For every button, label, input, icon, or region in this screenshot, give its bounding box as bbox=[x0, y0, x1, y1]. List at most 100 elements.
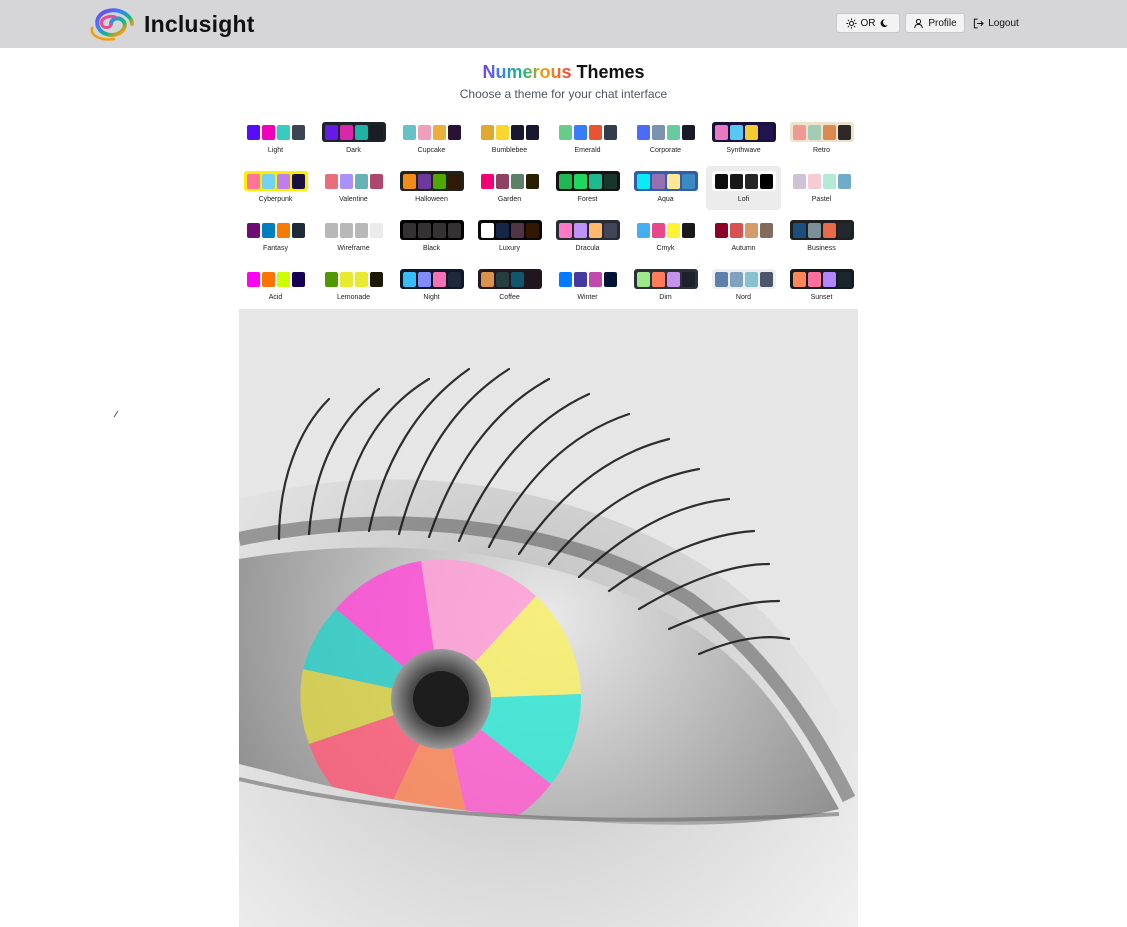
theme-color-chip bbox=[651, 271, 665, 287]
theme-option-luxury[interactable]: Luxury bbox=[472, 215, 547, 259]
hero-eye-image bbox=[239, 309, 858, 927]
theme-option-emerald[interactable]: Emerald bbox=[550, 117, 625, 161]
theme-color-chip bbox=[510, 173, 524, 189]
theme-option-business[interactable]: Business bbox=[784, 215, 859, 259]
theme-color-chip bbox=[402, 173, 416, 189]
themes-subtitle: Choose a theme for your chat interface bbox=[459, 87, 668, 101]
theme-swatch bbox=[243, 122, 308, 142]
theme-option-corporate[interactable]: Corporate bbox=[628, 117, 703, 161]
theme-option-halloween[interactable]: Halloween bbox=[394, 166, 469, 210]
theme-color-chip bbox=[510, 124, 524, 140]
theme-color-chip bbox=[807, 222, 821, 238]
theme-option-acid[interactable]: Acid bbox=[238, 264, 313, 308]
theme-color-chip bbox=[666, 173, 680, 189]
theme-color-chip bbox=[588, 271, 602, 287]
theme-color-chip bbox=[837, 173, 851, 189]
theme-option-winter[interactable]: Winter bbox=[550, 264, 625, 308]
theme-grid: Light Dark Cupcake Bumblebee Emerald Corporat… bbox=[238, 117, 864, 308]
theme-option-autumn[interactable]: Autumn bbox=[706, 215, 781, 259]
theme-option-cupcake[interactable]: Cupcake bbox=[394, 117, 469, 161]
theme-color-chip bbox=[354, 222, 368, 238]
theme-color-chip bbox=[759, 271, 773, 287]
theme-color-chip bbox=[636, 271, 650, 287]
theme-name-label: Autumn bbox=[731, 245, 756, 252]
theme-option-synthwave[interactable]: Synthwave bbox=[706, 117, 781, 161]
theme-swatch bbox=[399, 269, 464, 289]
theme-option-cmyk[interactable]: Cmyk bbox=[628, 215, 703, 259]
theme-name-label: Corporate bbox=[649, 147, 682, 154]
theme-option-dim[interactable]: Dim bbox=[628, 264, 703, 308]
theme-color-chip bbox=[636, 124, 650, 140]
theme-color-chip bbox=[807, 271, 821, 287]
theme-option-lofi[interactable]: Lofi bbox=[706, 166, 781, 210]
logout-button[interactable]: Logout bbox=[969, 13, 1023, 33]
theme-option-retro[interactable]: Retro bbox=[784, 117, 859, 161]
theme-option-black[interactable]: Black bbox=[394, 215, 469, 259]
themes-heading: Numerous Themes bbox=[0, 62, 1127, 83]
theme-color-chip bbox=[480, 271, 494, 287]
theme-color-chip bbox=[714, 124, 728, 140]
theme-color-chip bbox=[636, 222, 650, 238]
theme-color-chip bbox=[837, 124, 851, 140]
theme-color-chip bbox=[792, 173, 806, 189]
theme-name-label: Luxury bbox=[498, 245, 520, 252]
brand[interactable]: Inclusight bbox=[86, 5, 255, 43]
theme-option-fantasy[interactable]: Fantasy bbox=[238, 215, 313, 259]
theme-color-chip bbox=[759, 173, 773, 189]
theme-option-valentine[interactable]: Valentine bbox=[316, 166, 391, 210]
theme-color-chip bbox=[354, 271, 368, 287]
theme-color-chip bbox=[759, 222, 773, 238]
theme-color-chip bbox=[822, 271, 836, 287]
theme-option-aqua[interactable]: Aqua bbox=[628, 166, 703, 210]
theme-name-label: Dark bbox=[346, 147, 361, 154]
theme-color-chip bbox=[822, 124, 836, 140]
theme-color-chip bbox=[525, 271, 539, 287]
theme-option-light[interactable]: Light bbox=[238, 117, 313, 161]
theme-option-dark[interactable]: Dark bbox=[316, 117, 391, 161]
theme-swatch bbox=[477, 269, 542, 289]
theme-color-chip bbox=[480, 173, 494, 189]
theme-name-label: Emerald bbox=[574, 147, 601, 154]
theme-option-pastel[interactable]: Pastel bbox=[784, 166, 859, 210]
theme-option-sunset[interactable]: Sunset bbox=[784, 264, 859, 308]
theme-color-chip bbox=[603, 173, 617, 189]
theme-color-chip bbox=[729, 271, 743, 287]
theme-color-chip bbox=[276, 124, 290, 140]
theme-name-label: Lemonade bbox=[336, 294, 371, 301]
theme-color-chip bbox=[558, 222, 572, 238]
theme-swatch bbox=[633, 220, 698, 240]
theme-swatch bbox=[789, 269, 854, 289]
theme-color-chip bbox=[666, 222, 680, 238]
theme-color-chip bbox=[402, 222, 416, 238]
theme-option-wireframe[interactable]: Wireframe bbox=[316, 215, 391, 259]
theme-color-chip bbox=[714, 173, 728, 189]
theme-option-garden[interactable]: Garden bbox=[472, 166, 547, 210]
theme-option-lemonade[interactable]: Lemonade bbox=[316, 264, 391, 308]
theme-color-chip bbox=[495, 124, 509, 140]
theme-toggle-button[interactable]: OR bbox=[836, 13, 900, 33]
theme-color-chip bbox=[744, 173, 758, 189]
theme-color-chip bbox=[291, 271, 305, 287]
theme-option-night[interactable]: Night bbox=[394, 264, 469, 308]
theme-color-chip bbox=[603, 124, 617, 140]
moon-icon bbox=[880, 18, 891, 29]
theme-color-chip bbox=[666, 124, 680, 140]
theme-name-label: Sunset bbox=[810, 294, 833, 301]
profile-button[interactable]: Profile bbox=[905, 13, 965, 33]
theme-option-forest[interactable]: Forest bbox=[550, 166, 625, 210]
theme-option-coffee[interactable]: Coffee bbox=[472, 264, 547, 308]
theme-option-nord[interactable]: Nord bbox=[706, 264, 781, 308]
theme-color-chip bbox=[447, 222, 461, 238]
theme-swatch bbox=[477, 220, 542, 240]
theme-color-chip bbox=[651, 173, 665, 189]
theme-color-chip bbox=[681, 271, 695, 287]
theme-color-chip bbox=[324, 124, 338, 140]
theme-color-chip bbox=[681, 173, 695, 189]
theme-option-cyberpunk[interactable]: Cyberpunk bbox=[238, 166, 313, 210]
theme-swatch bbox=[399, 220, 464, 240]
theme-option-bumblebee[interactable]: Bumblebee bbox=[472, 117, 547, 161]
theme-name-label: Retro bbox=[812, 147, 831, 154]
theme-color-chip bbox=[744, 271, 758, 287]
theme-name-label: Synthwave bbox=[726, 147, 761, 154]
theme-option-dracula[interactable]: Dracula bbox=[550, 215, 625, 259]
